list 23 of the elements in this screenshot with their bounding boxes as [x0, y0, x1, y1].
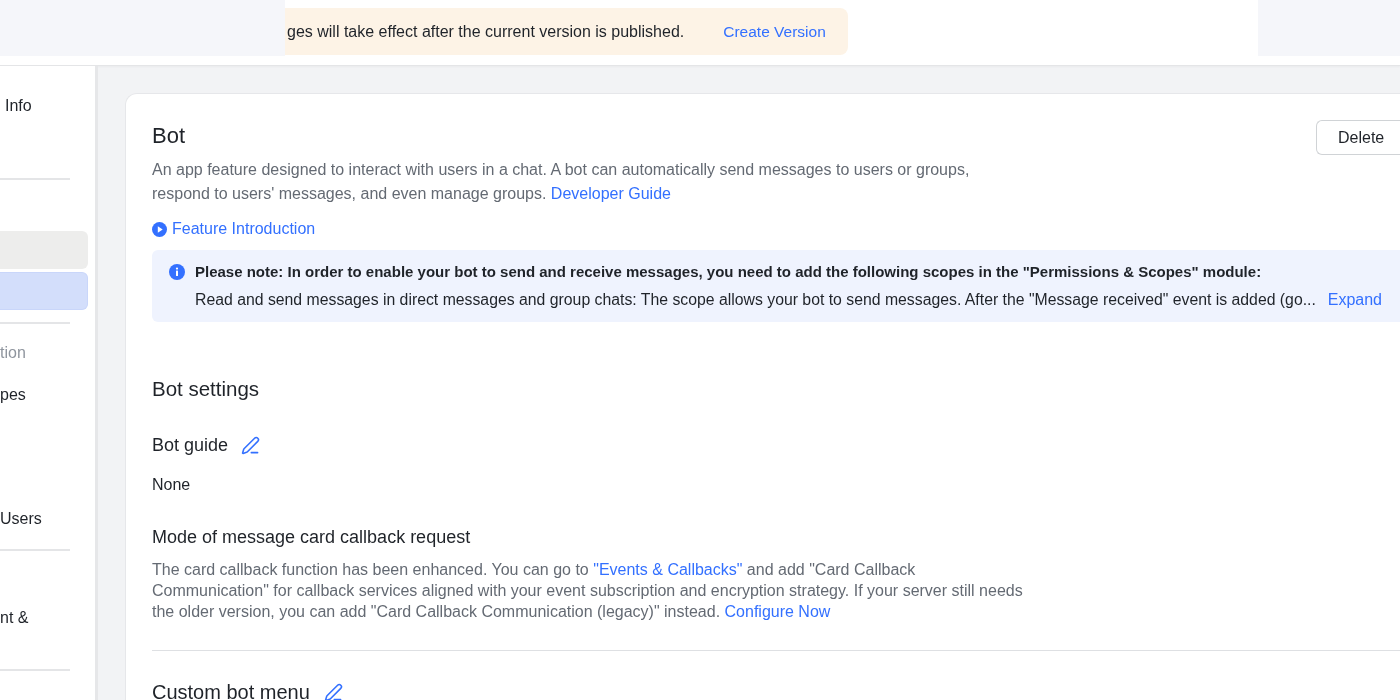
field-label: Mode of message card callback request — [152, 526, 471, 549]
feature-introduction-link[interactable]: Feature Introduction — [152, 218, 316, 240]
inline-link[interactable]: "Events & Callbacks" — [593, 561, 743, 578]
section-title: Bot settings — [152, 376, 260, 402]
notice-title: Please note: In order to enable your bot to send and receive messages, you need to add the following scopes in the "Permissions & Scopes" module: — [195, 262, 1262, 282]
edit-icon[interactable] — [241, 435, 261, 455]
feature-title: Bot — [152, 122, 186, 150]
feature-description: An app feature designed to interact with users in a chat. A bot can automatically send messages to users or groups, respond to users' messages, and even manage groups. Developer Guide — [152, 160, 971, 204]
field-description: The card callback function has been enhanced. You can go to "Events & Callbacks" and add "Card Callback Communication" for callback services aligned with your event subscription and encryption strategy. If your server still needs the older version, you can add "Card Callback Communication (legacy)" instead. Configure Now — [152, 560, 1024, 622]
section-title: Custom bot menu — [152, 680, 310, 700]
field-value: None — [152, 475, 191, 495]
inline-link[interactable]: Configure Now — [724, 603, 831, 620]
play-circle-icon — [152, 221, 167, 237]
expand-link[interactable]: Expand — [1327, 289, 1382, 311]
delete-button[interactable]: Delete — [1316, 120, 1400, 155]
create-version-link[interactable]: Create Version — [723, 19, 826, 44]
edit-icon[interactable] — [323, 682, 343, 700]
info-icon — [169, 264, 185, 280]
field-label: Bot guide — [152, 434, 229, 457]
notice-detail: Read and send messages in direct messages and group chats: The scope allows your bot to send messages. After the "Message received" event is added (go... — [195, 290, 1316, 310]
developer-guide-link[interactable]: Developer Guide — [550, 185, 671, 202]
banner-text: ges will take effect after the current version is published. — [287, 21, 685, 42]
sidebar-section-heading: tion — [0, 343, 26, 363]
